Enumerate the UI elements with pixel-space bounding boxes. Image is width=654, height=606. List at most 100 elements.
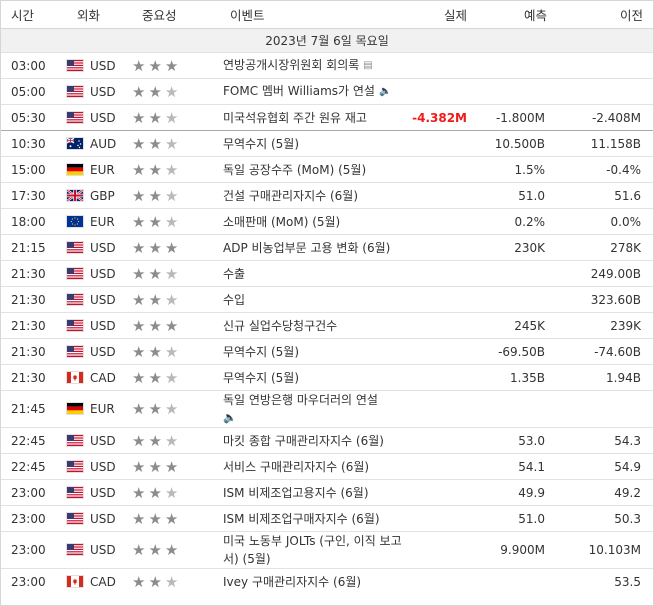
event-name[interactable]: 무역수지 (5월)	[223, 371, 299, 385]
event-cell[interactable]: 무역수지 (5월)	[220, 338, 405, 365]
header-forecast[interactable]: 예측	[477, 1, 557, 29]
event-row[interactable]: 22:45 USD ★★★ 서비스 구매관리자지수 (6월) 54.1 54.9	[1, 453, 653, 480]
event-row[interactable]: 21:15 USD ★★★ ADP 비농업부문 고용 변화 (6월) 230K 278K	[1, 234, 653, 261]
event-cell[interactable]: 신규 실업수당청구건수	[220, 312, 405, 339]
event-cell[interactable]: FOMC 멤버 Williams가 연설 🔈	[220, 78, 405, 105]
speaker-icon[interactable]: 🔈	[223, 409, 405, 427]
header-event[interactable]: 이벤트	[220, 1, 405, 29]
event-row[interactable]: 18:00 EUR ★★★ 소매판매 (MoM) (5월) 0.2% 0.0%	[1, 208, 653, 235]
event-row[interactable]: 21:30 USD ★★★ 수입 323.60B	[1, 286, 653, 313]
star-icon: ★	[164, 431, 182, 450]
star-icon: ★	[132, 541, 149, 559]
event-row[interactable]: 03:00 USD ★★★ 연방공개시장위원회 회의록 ▤	[1, 52, 653, 79]
event-row[interactable]: 05:00 USD ★★★ FOMC 멤버 Williams가 연설 🔈	[1, 78, 653, 105]
event-name[interactable]: 소매판매 (MoM) (5월)	[223, 215, 340, 229]
event-name[interactable]: 건설 구매관리자지수 (6월)	[223, 189, 358, 203]
event-row[interactable]: 10:30 AUD ★★★ 무역수지 (5월) 10.500B 11.158B	[1, 130, 653, 157]
event-name[interactable]: 무역수지 (5월)	[223, 137, 299, 151]
forecast-value: 54.1	[477, 453, 557, 480]
event-row[interactable]: 05:30 USD ★★★ 미국석유협회 주간 원유 재고 -4.382M -1.800M…	[1, 104, 653, 131]
forecast-value	[477, 390, 557, 428]
flag-gb-icon	[67, 189, 83, 201]
event-cell[interactable]: 미국석유협회 주간 원유 재고	[220, 104, 405, 131]
event-cell[interactable]: 수입	[220, 286, 405, 313]
event-row[interactable]: 17:30 GBP ★★★ 건설 구매관리자지수 (6월) 51.0 51.6	[1, 182, 653, 209]
flag-ca-icon	[67, 371, 83, 383]
star-icon: ★	[164, 509, 182, 528]
forecast-value: 51.0	[477, 505, 557, 532]
star-icon: ★	[132, 400, 149, 418]
star-icon: ★	[132, 290, 149, 309]
forecast-value: 230K	[477, 234, 557, 261]
event-time: 21:30	[1, 286, 67, 313]
actual-value	[405, 312, 477, 339]
event-name[interactable]: 미국석유협회 주간 원유 재고	[223, 111, 367, 125]
event-row[interactable]: 23:00 USD ★★★ 미국 노동부 JOLTs (구인, 이직 보고서) (5월…	[1, 531, 653, 569]
header-actual[interactable]: 실제	[405, 1, 477, 29]
event-row[interactable]: 21:45 EUR ★★★ 독일 연방은행 마우더러의 연설 🔈	[1, 390, 653, 428]
header-time[interactable]: 시간	[1, 1, 67, 29]
event-row[interactable]: 23:00 CAD ★★★ Ivey 구매관리자지수 (6월) 53.5	[1, 568, 653, 594]
forecast-value: 49.9	[477, 479, 557, 506]
event-row[interactable]: 23:00 USD ★★★ ISM 비제조업구매자지수 (6월) 51.0 50.3	[1, 505, 653, 532]
star-icon: ★	[132, 56, 149, 75]
actual-value	[405, 568, 477, 594]
event-row[interactable]: 23:00 USD ★★★ ISM 비제조업고용지수 (6월) 49.9 49.2	[1, 479, 653, 506]
flag-au-icon	[67, 137, 83, 149]
star-icon: ★	[148, 509, 165, 528]
star-icon: ★	[132, 82, 149, 101]
document-icon[interactable]: ▤	[363, 57, 372, 75]
event-cell[interactable]: 미국 노동부 JOLTs (구인, 이직 보고서) (5월)	[220, 531, 405, 569]
event-row[interactable]: 21:30 USD ★★★ 무역수지 (5월) -69.50B -74.60B	[1, 338, 653, 365]
event-cell[interactable]: Ivey 구매관리자지수 (6월)	[220, 568, 405, 594]
event-cell[interactable]: 마킷 종합 구매관리자지수 (6월)	[220, 427, 405, 454]
star-icon: ★	[164, 457, 182, 476]
event-name[interactable]: 수출	[223, 267, 245, 281]
event-cell[interactable]: 수출	[220, 260, 405, 287]
event-cell[interactable]: 소매판매 (MoM) (5월)	[220, 208, 405, 235]
event-cell[interactable]: 건설 구매관리자지수 (6월)	[220, 182, 405, 209]
event-name[interactable]: 미국 노동부 JOLTs (구인, 이직 보고서) (5월)	[223, 534, 402, 566]
event-cell[interactable]: 독일 공장수주 (MoM) (5월)	[220, 156, 405, 183]
actual-value	[405, 156, 477, 183]
event-name[interactable]: 서비스 구매관리자지수 (6월)	[223, 460, 369, 474]
currency-code: USD	[90, 240, 116, 255]
event-name[interactable]: 무역수지 (5월)	[223, 345, 299, 359]
importance-stars: ★★★	[132, 400, 181, 418]
event-name[interactable]: 수입	[223, 293, 245, 307]
currency-code: EUR	[90, 214, 115, 229]
event-row[interactable]: 15:00 EUR ★★★ 독일 공장수주 (MoM) (5월) 1.5% -0.4%	[1, 156, 653, 183]
event-cell[interactable]: ISM 비제조업구매자지수 (6월)	[220, 505, 405, 532]
header-importance[interactable]: 중요성	[132, 1, 220, 29]
event-name[interactable]: 연방공개시장위원회 회의록	[223, 58, 359, 72]
event-name[interactable]: 신규 실업수당청구건수	[223, 319, 337, 333]
speaker-icon[interactable]: 🔈	[379, 83, 391, 101]
event-row[interactable]: 22:45 USD ★★★ 마킷 종합 구매관리자지수 (6월) 53.0 54.3	[1, 427, 653, 454]
actual-value	[405, 479, 477, 506]
event-cell[interactable]: ISM 비제조업고용지수 (6월)	[220, 479, 405, 506]
event-name[interactable]: FOMC 멤버 Williams가 연설	[223, 84, 375, 98]
event-row[interactable]: 21:30 CAD ★★★ 무역수지 (5월) 1.35B 1.94B	[1, 364, 653, 391]
event-name[interactable]: 독일 연방은행 마우더러의 연설	[223, 393, 378, 407]
event-row[interactable]: 21:30 USD ★★★ 신규 실업수당청구건수 245K 239K	[1, 312, 653, 339]
header-currency[interactable]: 외화	[67, 1, 132, 29]
event-cell[interactable]: 독일 연방은행 마우더러의 연설 🔈	[220, 390, 405, 428]
star-icon: ★	[148, 160, 165, 179]
currency-code: USD	[90, 485, 116, 500]
event-cell[interactable]: 서비스 구매관리자지수 (6월)	[220, 453, 405, 480]
event-name[interactable]: 독일 공장수주 (MoM) (5월)	[223, 163, 366, 177]
event-name[interactable]: ISM 비제조업구매자지수 (6월)	[223, 512, 380, 526]
event-name[interactable]: 마킷 종합 구매관리자지수 (6월)	[223, 434, 384, 448]
event-row[interactable]: 21:30 USD ★★★ 수출 249.00B	[1, 260, 653, 287]
event-name[interactable]: ADP 비농업부문 고용 변화 (6월)	[223, 241, 390, 255]
flag-us-icon	[67, 267, 83, 279]
event-name[interactable]: ISM 비제조업고용지수 (6월)	[223, 486, 369, 500]
star-icon: ★	[148, 342, 165, 361]
header-previous[interactable]: 이전	[557, 1, 653, 29]
event-cell[interactable]: 무역수지 (5월)	[220, 130, 405, 157]
event-cell[interactable]: ADP 비농업부문 고용 변화 (6월)	[220, 234, 405, 261]
event-name[interactable]: Ivey 구매관리자지수 (6월)	[223, 575, 361, 589]
event-cell[interactable]: 무역수지 (5월)	[220, 364, 405, 391]
currency-cell: USD	[67, 104, 132, 131]
event-cell[interactable]: 연방공개시장위원회 회의록 ▤	[220, 52, 405, 79]
